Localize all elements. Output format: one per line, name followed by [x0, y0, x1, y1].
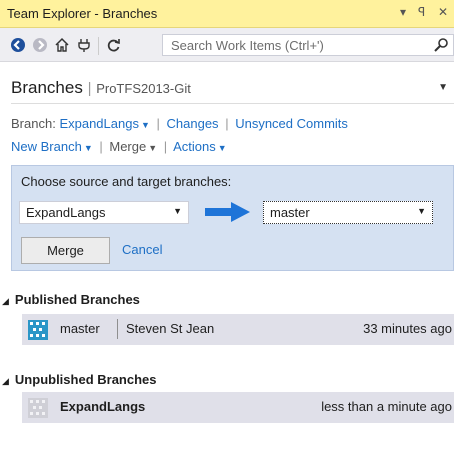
- chevron-down-icon: ▼: [83, 143, 93, 153]
- target-branch-select[interactable]: master ▼: [263, 201, 433, 224]
- merge-menu[interactable]: Merge ▼: [109, 139, 157, 154]
- search-icon[interactable]: [433, 37, 449, 56]
- branch-icon: [28, 398, 48, 418]
- link-separator: |: [163, 139, 168, 154]
- toolbar-separator: [98, 37, 99, 55]
- refresh-icon[interactable]: [106, 37, 122, 53]
- link-separator: |: [225, 116, 229, 131]
- page-header: Branches | ProTFS2013-Git: [11, 78, 191, 98]
- branch-time: less than a minute ago: [321, 399, 452, 414]
- connect-icon[interactable]: [76, 37, 92, 53]
- current-branch-text: ExpandLangs: [59, 116, 139, 131]
- target-branch-value: master: [270, 205, 310, 220]
- unpublished-branch-item[interactable]: ExpandLangs less than a minute ago: [22, 392, 454, 423]
- forward-icon[interactable]: [32, 37, 48, 53]
- project-name: ProTFS2013-Git: [96, 81, 191, 96]
- chevron-down-icon: ▼: [417, 206, 426, 216]
- link-separator: |: [99, 139, 103, 154]
- cancel-link[interactable]: Cancel: [122, 242, 162, 257]
- actions-line: New Branch ▼ | Merge ▼ | Actions ▼: [11, 139, 227, 154]
- published-branches-title: Published Branches: [14, 292, 140, 307]
- branch-author: Steven St Jean: [126, 321, 215, 336]
- search-work-items-input[interactable]: Search Work Items (Ctrl+'): [162, 34, 454, 56]
- collapse-triangle-icon[interactable]: ◢: [2, 296, 9, 306]
- home-icon[interactable]: [54, 37, 70, 53]
- merge-direction-arrow-icon: [205, 201, 251, 226]
- unpublished-branches-header[interactable]: ◢ Unpublished Branches: [2, 372, 157, 387]
- branch-line: Branch: ExpandLangs ▼ | Changes | Unsynce…: [11, 116, 348, 131]
- close-icon[interactable]: ✕: [438, 5, 448, 19]
- source-branch-value: ExpandLangs: [26, 205, 106, 220]
- page-title: Branches: [11, 78, 83, 97]
- merge-menu-text: Merge: [109, 139, 147, 154]
- collapse-triangle-icon[interactable]: ◢: [2, 376, 9, 386]
- window-title-bar: Team Explorer - Branches ▾ ꟼ ✕: [0, 0, 454, 28]
- published-branch-item[interactable]: master Steven St Jean 33 minutes ago: [22, 314, 454, 345]
- merge-panel-heading: Choose source and target branches:: [21, 174, 232, 189]
- source-branch-select[interactable]: ExpandLangs ▼: [19, 201, 189, 224]
- chevron-down-icon: ▼: [173, 206, 182, 216]
- search-placeholder: Search Work Items (Ctrl+'): [171, 38, 324, 53]
- chevron-down-icon: ▼: [148, 143, 158, 153]
- branch-icon: [28, 320, 48, 340]
- new-branch-link[interactable]: New Branch ▼: [11, 139, 93, 154]
- window-title: Team Explorer - Branches: [7, 6, 158, 21]
- header-dropdown-icon[interactable]: ▼: [438, 82, 448, 93]
- branch-time: 33 minutes ago: [363, 321, 452, 336]
- merge-panel: Choose source and target branches: Expan…: [11, 165, 454, 271]
- link-separator: |: [156, 116, 160, 131]
- header-divider: [11, 103, 454, 104]
- chevron-down-icon: ▼: [140, 120, 150, 130]
- new-branch-text: New Branch: [11, 139, 82, 154]
- back-icon[interactable]: [10, 37, 26, 53]
- item-separator: [117, 319, 118, 339]
- changes-link[interactable]: Changes: [167, 116, 219, 131]
- unsynced-commits-link[interactable]: Unsynced Commits: [235, 116, 348, 131]
- branch-name: ExpandLangs: [60, 399, 146, 414]
- window-dropdown-button[interactable]: ▾: [400, 5, 406, 19]
- branch-name: master: [60, 321, 100, 336]
- published-branches-header[interactable]: ◢ Published Branches: [2, 292, 140, 307]
- merge-button[interactable]: Merge: [21, 237, 110, 264]
- toolbar: Search Work Items (Ctrl+'): [0, 28, 454, 62]
- actions-link[interactable]: Actions ▼: [173, 139, 227, 154]
- chevron-down-icon: ▼: [217, 143, 227, 153]
- current-branch-link[interactable]: ExpandLangs ▼: [59, 116, 149, 131]
- branch-label: Branch:: [11, 116, 56, 131]
- pin-icon[interactable]: ꟼ: [418, 5, 425, 19]
- actions-text: Actions: [173, 139, 216, 154]
- unpublished-branches-title: Unpublished Branches: [14, 372, 157, 387]
- header-separator: |: [87, 80, 92, 97]
